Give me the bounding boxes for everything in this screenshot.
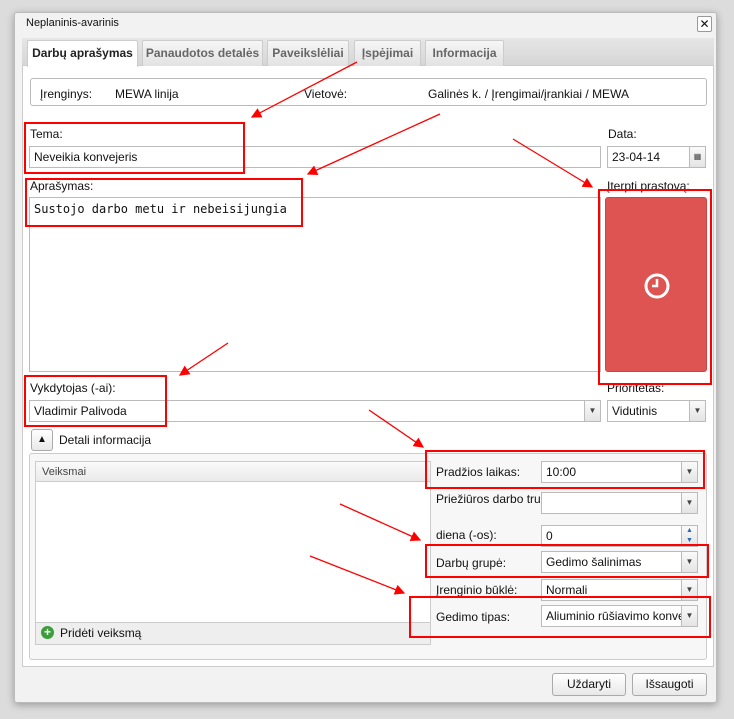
annotation-box: [598, 189, 712, 385]
annotation-overlay: [24, 61, 712, 638]
annotation-box: [25, 178, 303, 227]
annotation-arrow: [512, 138, 594, 188]
annotation-arrow: [339, 503, 422, 542]
annotation-arrow: [368, 409, 425, 448]
annotation-arrow: [309, 555, 406, 595]
annotation-box: [24, 375, 167, 427]
annotation-box: [425, 450, 705, 489]
annotation-box: [409, 596, 711, 638]
annotation-box: [425, 544, 709, 578]
annotation-arrow: [250, 61, 358, 118]
annotation-arrow: [178, 342, 229, 376]
annotation-arrow: [306, 113, 441, 175]
annotation-box: [24, 122, 245, 174]
